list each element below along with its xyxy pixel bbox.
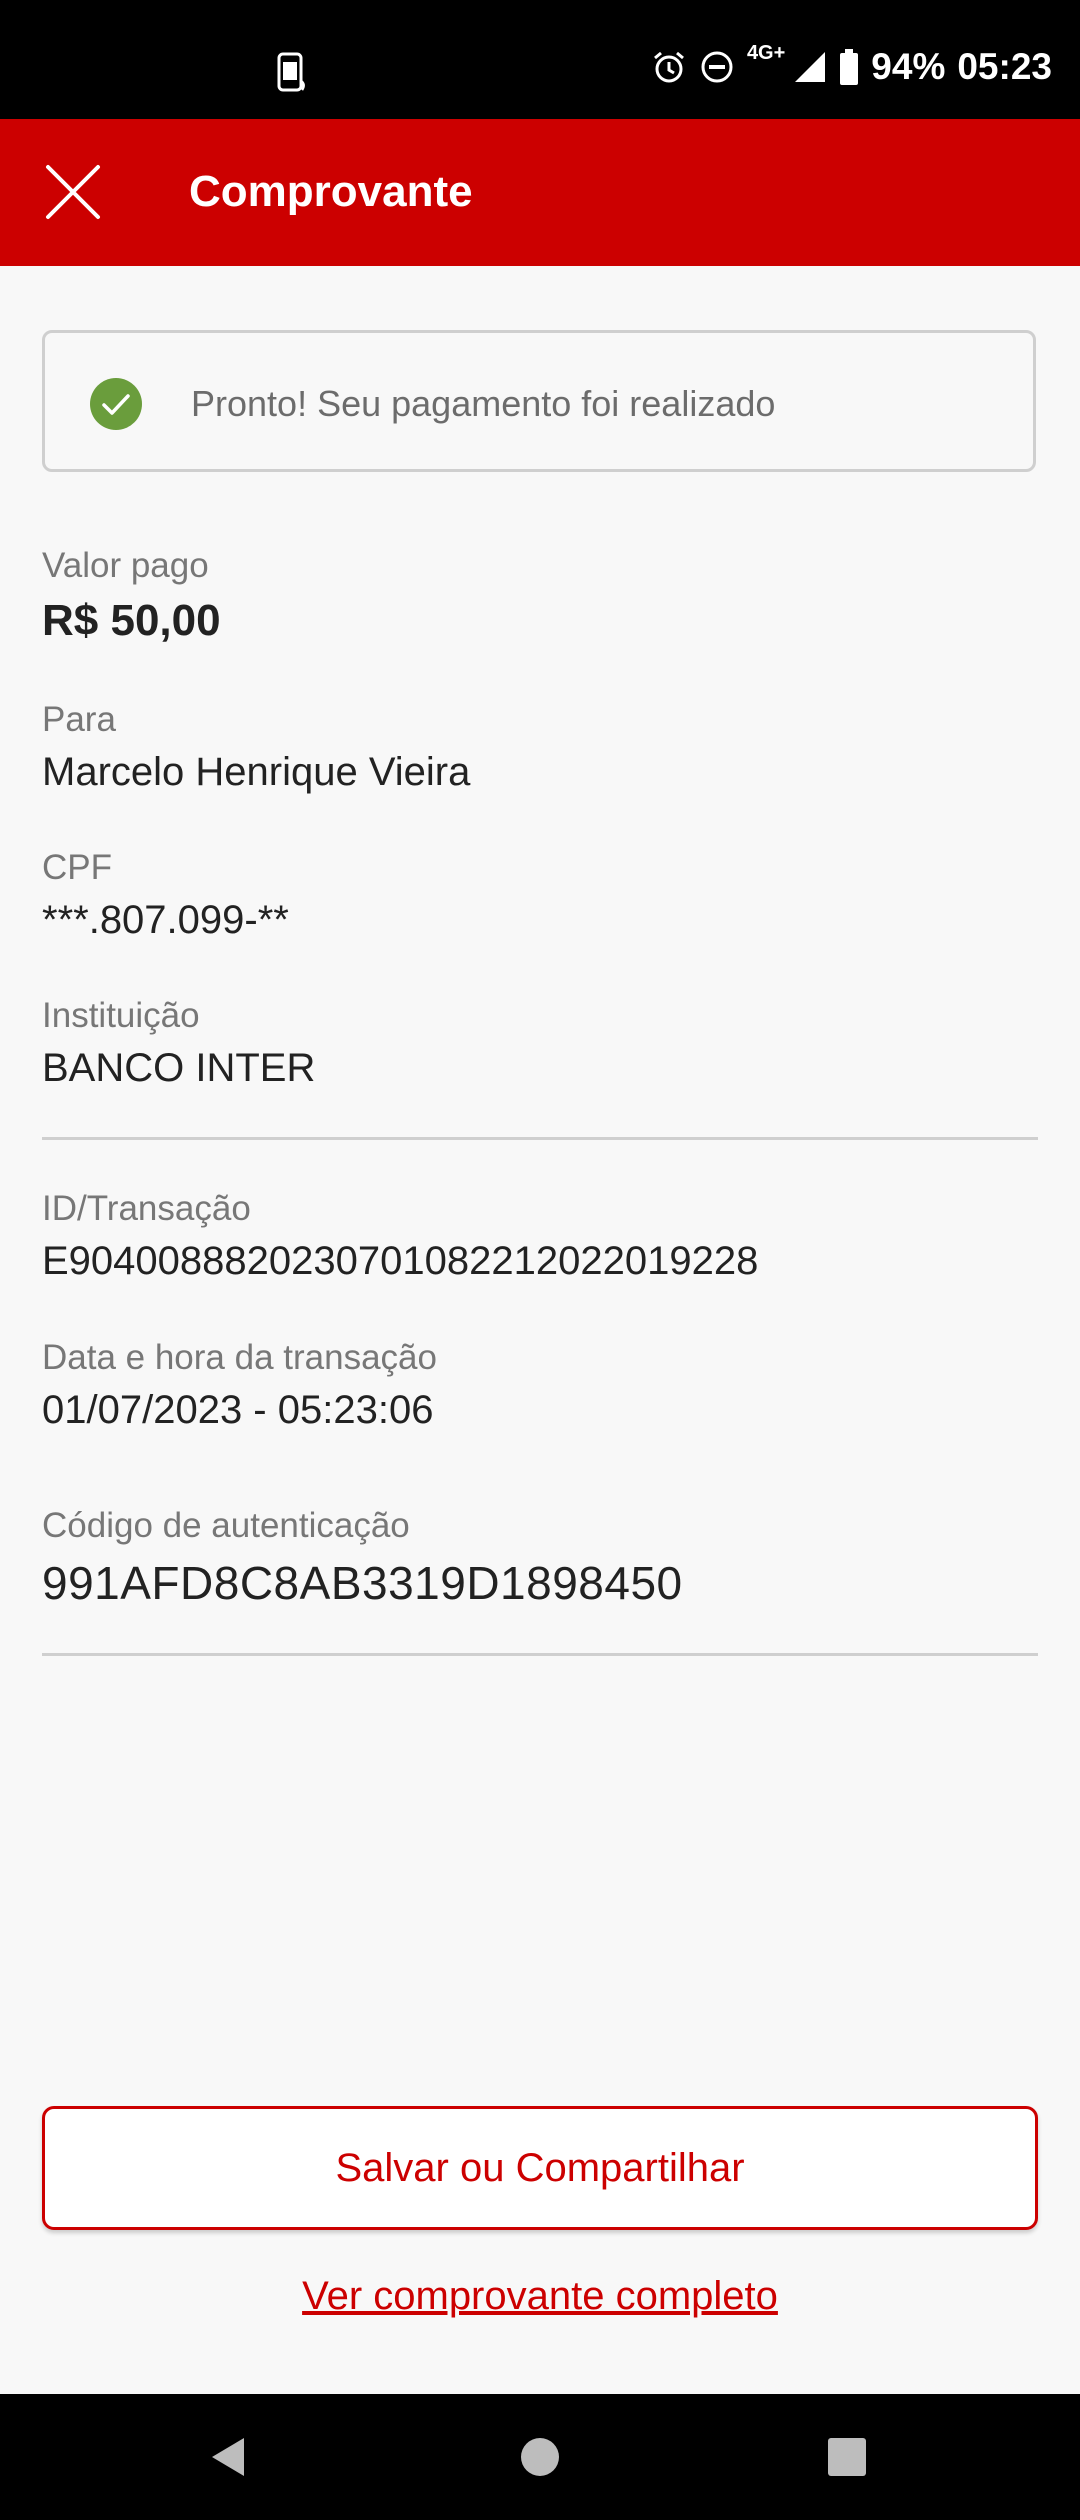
- divider: [42, 1137, 1038, 1140]
- institution-label: Instituição: [42, 996, 200, 1035]
- alarm-icon: [653, 51, 684, 83]
- close-icon: [46, 165, 100, 219]
- transaction-id-value: E90400888202307010822120220192​28: [42, 1239, 759, 1283]
- do-not-disturb-icon: [701, 51, 733, 83]
- success-message: Pronto! Seu pagamento foi realizado: [191, 383, 776, 424]
- datetime-label: Data e hora da transação: [42, 1338, 437, 1377]
- amount-value: R$ 50,00: [42, 596, 221, 645]
- clock: 05:23: [957, 46, 1052, 87]
- status-right: 4G+ 94% 05:23: [651, 42, 1052, 88]
- recipient-label: Para: [42, 700, 116, 739]
- recipient-value: Marcelo Henrique Vieira: [42, 750, 471, 794]
- check-circle-icon: [90, 378, 142, 430]
- close-button[interactable]: [34, 153, 112, 231]
- receipt-screen: 4G+ 94% 05:23 Comprovante Pronto! Seu pa…: [0, 0, 1080, 2520]
- transaction-id-label: ID/Transação: [42, 1189, 251, 1228]
- view-full-receipt-link[interactable]: Ver comprovante completo: [0, 2274, 1080, 2319]
- cpf-label: CPF: [42, 848, 112, 887]
- datetime-value: 01/07/2023 - 05:23:06: [42, 1388, 434, 1432]
- home-icon[interactable]: [517, 2434, 563, 2480]
- screen-rotate-icon: [277, 52, 305, 92]
- save-share-button[interactable]: Salvar ou Compartilhar: [42, 2106, 1038, 2230]
- battery-icon: [840, 49, 859, 85]
- amount-label: Valor pago: [42, 546, 209, 585]
- back-icon[interactable]: [206, 2434, 252, 2480]
- recents-icon[interactable]: [824, 2434, 870, 2480]
- app-bar: Comprovante: [0, 119, 1080, 266]
- network-type: 4G+: [746, 41, 786, 64]
- page-title: Comprovante: [189, 167, 473, 216]
- institution-value: BANCO INTER: [42, 1046, 316, 1090]
- auth-code-value: 991AFD8C8AB3319D1898450: [42, 1557, 683, 1609]
- success-banner: Pronto! Seu pagamento foi realizado: [42, 330, 1036, 472]
- auth-code-label: Código de autenticação: [42, 1506, 410, 1545]
- status-bar: 4G+ 94% 05:23: [0, 0, 1080, 119]
- divider: [42, 1653, 1038, 1656]
- cpf-value: ***.807.099-**: [42, 898, 289, 942]
- battery-percent: 94%: [871, 46, 946, 87]
- signal-icon: [795, 52, 826, 82]
- system-nav-bar: [0, 2394, 1080, 2520]
